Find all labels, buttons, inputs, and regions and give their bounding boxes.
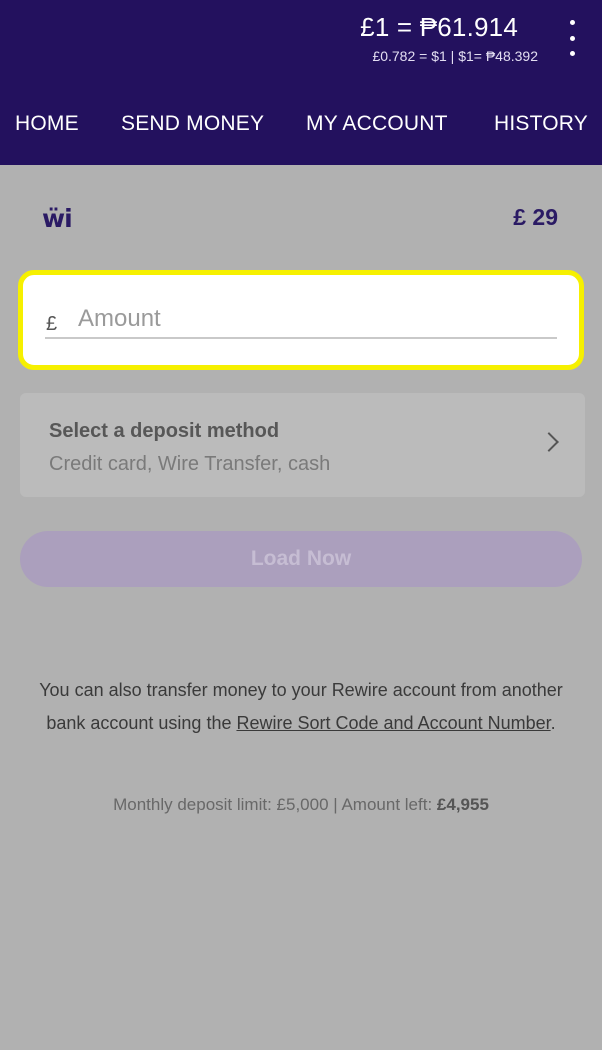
deposit-method-selector[interactable]: Select a deposit method Credit card, Wir… (20, 393, 585, 497)
menu-dot (569, 35, 575, 41)
amount-card: £ (18, 270, 584, 370)
menu-dot (569, 51, 575, 56)
deposit-method-options: Credit card, Wire Transfer, cash (49, 453, 331, 475)
info-text-end: . (550, 713, 556, 733)
deposit-method-title: Select a deposit method (49, 420, 280, 442)
input-underline (45, 337, 557, 339)
amount-left-value: £4,955 (436, 795, 489, 814)
sort-code-link[interactable]: Rewire Sort Code and Account Number (236, 713, 550, 733)
chevron-right-icon (539, 432, 559, 452)
currency-symbol: £ (46, 313, 58, 335)
deposit-limit: Monthly deposit limit: £5,000 | Amount l… (0, 795, 602, 815)
app-header: £1 = ₱61.914 £0.782 = $1 | $1= ₱48.392 H… (0, 0, 602, 165)
menu-dot (569, 20, 575, 25)
nav-history[interactable]: HISTORY (494, 112, 588, 136)
nav-home[interactable]: HOME (15, 112, 79, 136)
wallet-logo-icon: ẅi (42, 204, 73, 233)
main-nav: HOME SEND MONEY MY ACCOUNT HISTORY (0, 112, 602, 142)
exchange-rate-main: £1 = ₱61.914 (360, 12, 518, 42)
exchange-rate-detail: £0.782 = $1 | $1= ₱48.392 (372, 48, 538, 64)
wallet-balance: £ 29 (513, 204, 558, 230)
kebab-menu-icon[interactable] (560, 20, 584, 56)
nav-my-account[interactable]: MY ACCOUNT (306, 112, 448, 136)
amount-input[interactable] (78, 302, 548, 336)
deposit-limit-text: Monthly deposit limit: £5,000 | Amount l… (113, 795, 437, 814)
bank-transfer-info: You can also transfer money to your Rewi… (20, 674, 582, 740)
nav-send-money[interactable]: SEND MONEY (121, 112, 264, 136)
load-now-button[interactable]: Load Now (20, 531, 582, 587)
